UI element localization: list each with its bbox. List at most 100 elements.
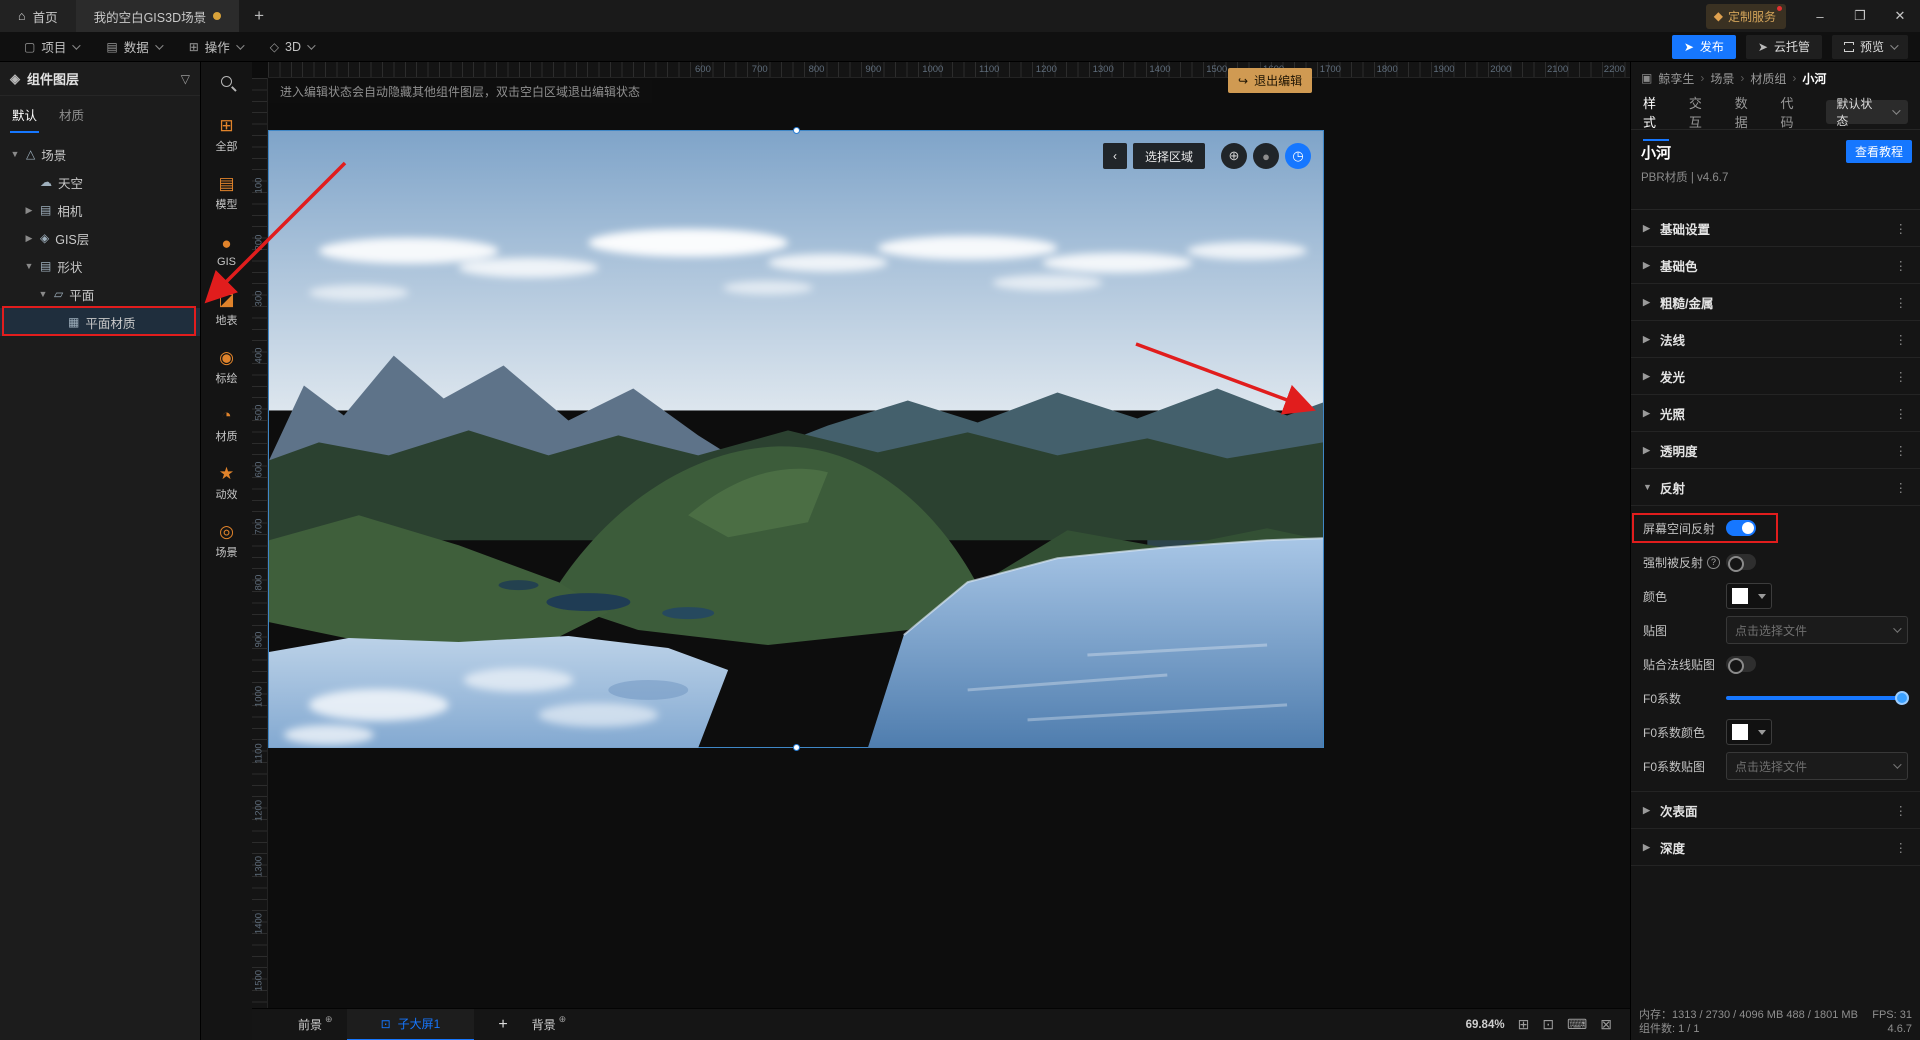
asset-terrain[interactable]: ◪ 地表 <box>201 280 252 338</box>
section-法线[interactable]: ▶ 法线 ⋮ <box>1631 321 1920 358</box>
selection-handle-top[interactable] <box>793 127 800 134</box>
section-次表面[interactable]: ▶ 次表面 ⋮ <box>1631 792 1920 829</box>
menu-3d[interactable]: ◇ 3D <box>256 32 327 62</box>
tab-数据[interactable]: 数据 <box>1735 93 1761 131</box>
section-发光[interactable]: ▶ 发光 ⋮ <box>1631 358 1920 395</box>
section-光照[interactable]: ▶ 光照 ⋮ <box>1631 395 1920 432</box>
screen-frame-icon[interactable]: ⊡ <box>1542 1016 1554 1033</box>
section-深度[interactable]: ▶ 深度 ⋮ <box>1631 829 1920 866</box>
globe-mode-button[interactable]: ⊕ <box>1221 143 1247 169</box>
data-icon: ▤ <box>106 39 118 54</box>
more-menu-icon[interactable]: ⋮ <box>1895 295 1909 310</box>
breadcrumb-item[interactable]: 小河 <box>1802 70 1826 87</box>
more-menu-icon[interactable]: ⋮ <box>1895 258 1909 273</box>
tab-home[interactable]: ⌂ 首页 <box>0 0 76 32</box>
close-box-icon[interactable]: ⊠ <box>1600 1016 1612 1033</box>
toggle-switch[interactable] <box>1726 656 1756 674</box>
section-透明度[interactable]: ▶ 透明度 ⋮ <box>1631 432 1920 469</box>
tab-代码[interactable]: 代码 <box>1781 93 1807 131</box>
preview-button[interactable]: 预览 <box>1831 34 1908 59</box>
tree-item-GIS层[interactable]: ▶ ◈ GIS层 <box>0 224 200 252</box>
more-menu-icon[interactable]: ⋮ <box>1895 803 1909 818</box>
custom-service-button[interactable]: ◆ 定制服务 <box>1705 3 1786 29</box>
asset-plot-marker[interactable]: ◉ 标绘 <box>201 338 252 396</box>
back-button[interactable]: ‹ <box>1102 143 1127 169</box>
exit-edit-button[interactable]: ↪ 退出编辑 <box>1228 68 1313 93</box>
search-button[interactable] <box>201 62 252 100</box>
tree-item-相机[interactable]: ▶ ▤ 相机 <box>0 196 200 224</box>
section-reflection[interactable]: ▼ 反射 ⋮ <box>1631 469 1920 506</box>
tree-item-场景[interactable]: ▼ △ 场景 <box>0 140 200 168</box>
asset-grid-all[interactable]: ⊞ 全部 <box>201 106 252 164</box>
slider-handle[interactable] <box>1895 691 1909 705</box>
tree-item-平面[interactable]: ▼ ▱ 平面 <box>0 280 200 308</box>
breadcrumb-item[interactable]: 鲸孪生 <box>1658 70 1694 87</box>
canvas-area[interactable]: 6007008009001000110012001300140015001600… <box>252 62 1630 1040</box>
more-menu-icon[interactable]: ⋮ <box>1895 840 1909 855</box>
tab-样式[interactable]: 样式 <box>1643 93 1669 141</box>
tree-expand-icon[interactable]: ▶ <box>24 205 34 216</box>
asset-gis-globe[interactable]: ● GIS <box>201 222 252 280</box>
more-menu-icon[interactable]: ⋮ <box>1895 480 1909 495</box>
asset-model[interactable]: ▤ 模型 <box>201 164 252 222</box>
more-menu-icon[interactable]: ⋮ <box>1895 221 1909 236</box>
tree-expand-icon[interactable]: ▼ <box>38 289 48 299</box>
tab-交互[interactable]: 交互 <box>1689 93 1715 131</box>
more-menu-icon[interactable]: ⋮ <box>1895 332 1909 347</box>
keyboard-shortcuts-icon[interactable]: ⌨ <box>1567 1016 1587 1033</box>
tutorial-button[interactable]: 查看教程 <box>1845 140 1912 163</box>
section-粗糙/金属[interactable]: ▶ 粗糙/金属 ⋮ <box>1631 284 1920 321</box>
color-picker[interactable] <box>1726 719 1772 745</box>
more-menu-icon[interactable]: ⋮ <box>1895 369 1909 384</box>
screen-tab-active[interactable]: ⊡ 子大屏1 <box>346 1008 475 1040</box>
slider-track[interactable] <box>1726 691 1909 705</box>
add-screen-button[interactable]: + <box>488 1016 517 1034</box>
minimize-button[interactable]: – <box>1800 0 1840 32</box>
toggle-switch[interactable] <box>1726 554 1756 572</box>
tree-item-天空[interactable]: ☁ 天空 <box>0 168 200 196</box>
grid-layout-icon[interactable]: ⊞ <box>1518 1016 1530 1033</box>
section-label: 深度 <box>1660 841 1686 856</box>
maximize-button[interactable]: ❐ <box>1840 0 1880 32</box>
filter-icon[interactable]: ▽ <box>181 72 190 86</box>
toggle-switch[interactable] <box>1726 520 1756 536</box>
sphere-mode-button[interactable]: ● <box>1253 143 1279 169</box>
menu-project[interactable]: ▢ 项目 <box>10 32 92 62</box>
color-picker[interactable] <box>1726 583 1772 609</box>
3d-viewport[interactable]: ‹ 选择区域 ⊕ ● ◷ <box>268 127 1324 751</box>
state-selector[interactable]: 默认状态 <box>1826 97 1908 128</box>
asset-animation[interactable]: ★ 动效 <box>201 454 252 512</box>
compass-mode-button[interactable]: ◷ <box>1285 143 1311 169</box>
select-region-button[interactable]: 选择区域 <box>1132 143 1205 169</box>
selection-handle-bottom[interactable] <box>793 744 800 751</box>
help-icon[interactable]: ? <box>1707 555 1721 569</box>
layers-tab-默认[interactable]: 默认 <box>9 105 40 133</box>
background-button[interactable]: 背景 ⊕ <box>532 1014 567 1033</box>
tree-item-平面材质[interactable]: ▦ 平面材质 <box>0 308 200 336</box>
menubar: ▢ 项目 ▤ 数据 ⊞ 操作 ◇ 3D ➤ 发布 ➤ 云托管 预览 <box>0 32 1920 62</box>
menu-data[interactable]: ▤ 数据 <box>92 32 174 62</box>
asset-scene[interactable]: ◎ 场景 <box>201 512 252 570</box>
breadcrumb-item[interactable]: 场景 <box>1710 70 1734 87</box>
asset-material[interactable]: ◔ 材质 <box>201 396 252 454</box>
tree-expand-icon[interactable]: ▼ <box>24 261 34 271</box>
cloud-hosting-button[interactable]: ➤ 云托管 <box>1745 34 1822 59</box>
more-menu-icon[interactable]: ⋮ <box>1895 443 1909 458</box>
section-基础设置[interactable]: ▶ 基础设置 ⋮ <box>1631 210 1920 247</box>
layers-tab-材质[interactable]: 材质 <box>59 105 84 124</box>
breadcrumb-item[interactable]: 材质组 <box>1750 70 1786 87</box>
new-tab-button[interactable]: + <box>239 0 279 32</box>
publish-button[interactable]: ➤ 发布 <box>1671 34 1736 59</box>
file-select[interactable]: 点击选择文件 <box>1726 752 1908 780</box>
tree-item-label: 天空 <box>58 176 84 191</box>
foreground-button[interactable]: 前景 ⊕ <box>298 1014 333 1033</box>
file-select[interactable]: 点击选择文件 <box>1726 616 1908 644</box>
tree-item-形状[interactable]: ▼ ▤ 形状 <box>0 252 200 280</box>
section-基础色[interactable]: ▶ 基础色 ⋮ <box>1631 247 1920 284</box>
close-button[interactable]: ✕ <box>1880 0 1920 32</box>
tree-expand-icon[interactable]: ▶ <box>24 233 34 244</box>
more-menu-icon[interactable]: ⋮ <box>1895 406 1909 421</box>
tab-document[interactable]: 我的空白GIS3D场景 <box>75 0 240 32</box>
menu-operation[interactable]: ⊞ 操作 <box>175 32 256 62</box>
tree-expand-icon[interactable]: ▼ <box>10 149 20 159</box>
